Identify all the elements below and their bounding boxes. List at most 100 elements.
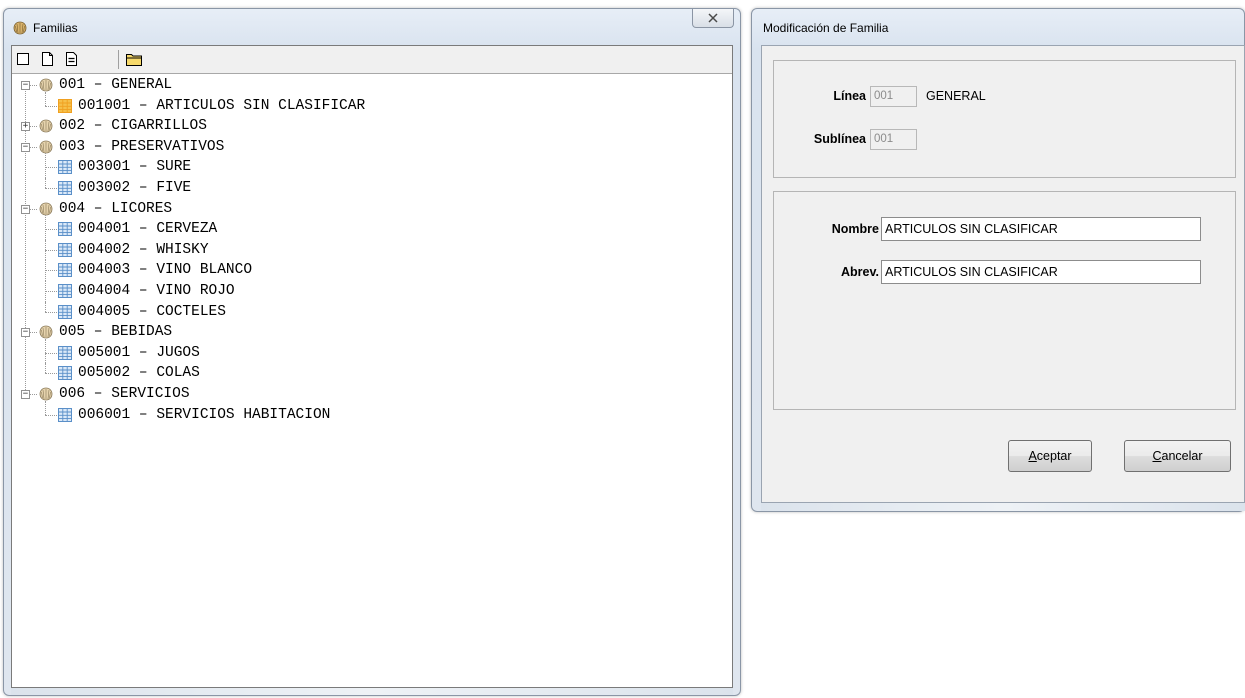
- tree-connector: [45, 400, 46, 415]
- tree-node-label: 005001 – JUGOS: [78, 344, 200, 361]
- tree-node-label: 003002 – FIVE: [78, 180, 192, 196]
- tree-node-label: 004003 – VINO BLANCO: [78, 262, 253, 279]
- cancelar-hotkey: C: [1152, 449, 1162, 463]
- sublinea-code-field: 001: [870, 129, 917, 150]
- tree-connector: [45, 338, 46, 364]
- tree-node-linea[interactable]: − 004 – LICORES: [12, 199, 712, 220]
- tree-node-sublinea[interactable]: 004002 – WHISKY: [12, 239, 712, 261]
- collapse-toggle[interactable]: −: [21, 142, 30, 152]
- tree-connector: [30, 394, 37, 395]
- tree-node-sublinea[interactable]: 003001 – SURE: [12, 153, 712, 178]
- nombre-input[interactable]: ARTICULOS SIN CLASIFICAR: [881, 217, 1201, 241]
- tree-node-sublinea[interactable]: 003002 – FIVE: [12, 178, 712, 199]
- table-icon: [57, 304, 73, 320]
- modificacion-client-area: Línea 001 GENERAL Sublínea 001 Nombre AR…: [761, 45, 1245, 503]
- edit-document-button[interactable]: [64, 51, 79, 67]
- shell-icon: [38, 386, 54, 402]
- tree-node-sublinea[interactable]: 004001 – CERVEZA: [12, 215, 712, 240]
- window-bottom-edge: [11, 688, 733, 695]
- tree-node-label: 004005 – COCTELES: [78, 303, 226, 320]
- new-blank-icon: [17, 53, 29, 65]
- expand-toggle[interactable]: +: [21, 122, 30, 132]
- tree-node-label: 005 – BEBIDAS: [59, 324, 173, 341]
- linea-name: GENERAL: [926, 89, 986, 103]
- shell-icon: [13, 21, 27, 35]
- tree-node-sublinea[interactable]: 006001 – SERVICIOS HABITACION: [12, 400, 712, 426]
- tree-node-label: 003001 – SURE: [78, 159, 192, 176]
- tree-connector: [45, 215, 46, 240]
- close-button[interactable]: [692, 9, 734, 28]
- collapse-toggle[interactable]: −: [21, 204, 30, 214]
- tree-connector: [45, 91, 46, 106]
- aceptar-label: ceptar: [1036, 449, 1072, 463]
- table-icon: [57, 159, 73, 175]
- tree-node-linea[interactable]: − 005 – BEBIDAS: [12, 322, 712, 343]
- familias-title: Familias: [33, 21, 78, 35]
- nombre-group: Nombre ARTICULOS SIN CLASIFICAR Abrev. A…: [773, 191, 1236, 410]
- tree-connector: [45, 153, 46, 178]
- collapse-toggle[interactable]: −: [21, 390, 30, 399]
- tree-node-linea[interactable]: − 003 – PRESERVATIVOS: [12, 137, 712, 158]
- tree-connector: [45, 363, 46, 374]
- new-blank-button[interactable]: [16, 51, 31, 67]
- tree-node-label: 001 – GENERAL: [59, 77, 173, 93]
- tree-node-linea[interactable]: +002 – CIGARRILLOS: [12, 116, 712, 137]
- close-icon: [708, 13, 718, 23]
- aceptar-hotkey: A: [1028, 449, 1037, 463]
- tree-node-sublinea[interactable]: 004003 – VINO BLANCO: [12, 260, 712, 281]
- collapse-toggle[interactable]: −: [21, 81, 30, 90]
- tree-node-sublinea[interactable]: 004004 – VINO ROJO: [12, 281, 712, 302]
- familias-titlebar[interactable]: Familias: [4, 9, 740, 45]
- tree-node-sublinea[interactable]: 004005 – COCTELES: [12, 301, 712, 323]
- toolbar: [12, 46, 732, 74]
- tree-connector: [30, 85, 37, 86]
- sublinea-label: Sublínea: [813, 132, 866, 146]
- tree-node-linea[interactable]: − 006 – SERVICIOS: [12, 384, 712, 405]
- tree-node-label: 002 – CIGARRILLOS: [59, 118, 207, 135]
- tree-node-sublinea[interactable]: 005002 – COLAS: [12, 363, 712, 384]
- new-document-icon: [42, 52, 53, 66]
- shell-icon: [38, 201, 54, 217]
- cancelar-label: ancelar: [1161, 449, 1203, 463]
- tree-node-label: 005002 – COLAS: [78, 365, 200, 382]
- cancelar-button[interactable]: Cancelar: [1124, 440, 1231, 472]
- tree-node-label: 004002 – WHISKY: [78, 241, 209, 258]
- shell-icon: [38, 77, 54, 93]
- tree-connector: [45, 178, 46, 188]
- tree-node-label: 004004 – VINO ROJO: [78, 283, 235, 299]
- tree-connector: [30, 332, 37, 334]
- edit-document-icon: [66, 52, 77, 66]
- tree-connector: [30, 208, 37, 210]
- tree-connector: [45, 301, 46, 312]
- abrev-input[interactable]: ARTICULOS SIN CLASIFICAR: [881, 260, 1201, 284]
- shell-icon: [38, 118, 54, 134]
- open-folder-button[interactable]: [125, 51, 143, 67]
- tree-node-linea[interactable]: − 001 – GENERAL: [12, 75, 712, 96]
- linea-label: Línea: [833, 89, 866, 103]
- tree-node-label: 004001 – CERVEZA: [78, 221, 218, 238]
- tree-connector: [30, 146, 37, 148]
- tree-connector: [45, 270, 57, 272]
- aceptar-button[interactable]: Aceptar: [1008, 440, 1092, 472]
- tree-node-label: 003 – PRESERVATIVOS: [59, 138, 225, 155]
- tree-node-sublinea[interactable]: 001001 – ARTICULOS SIN CLASIFICAR: [12, 91, 712, 117]
- tree-connector: [45, 167, 57, 169]
- table-icon: [57, 365, 73, 381]
- abrev-label: Abrev.: [841, 265, 879, 279]
- table-icon: [57, 180, 73, 196]
- familias-window: Familias − 001 – GENERAL 001001 – ARTICU…: [3, 8, 741, 696]
- new-document-button[interactable]: [40, 51, 55, 67]
- collapse-toggle[interactable]: −: [21, 328, 30, 338]
- tree-node-label: 001001 – ARTICULOS SIN CLASIFICAR: [78, 97, 366, 114]
- table-icon: [57, 345, 73, 361]
- table-icon: [57, 262, 73, 278]
- tree-node-sublinea[interactable]: 005001 – JUGOS: [12, 338, 712, 364]
- familias-client-area: − 001 – GENERAL 001001 – ARTICULOS SIN CLA…: [11, 45, 733, 688]
- tree-connector: [45, 291, 57, 292]
- shell-icon: [38, 324, 54, 340]
- table-icon: [57, 242, 73, 258]
- table-icon: [57, 98, 73, 114]
- familias-tree[interactable]: − 001 – GENERAL 001001 – ARTICULOS SIN CLA…: [12, 74, 732, 687]
- tree-connector: [45, 249, 57, 251]
- tree-connector: [45, 105, 57, 107]
